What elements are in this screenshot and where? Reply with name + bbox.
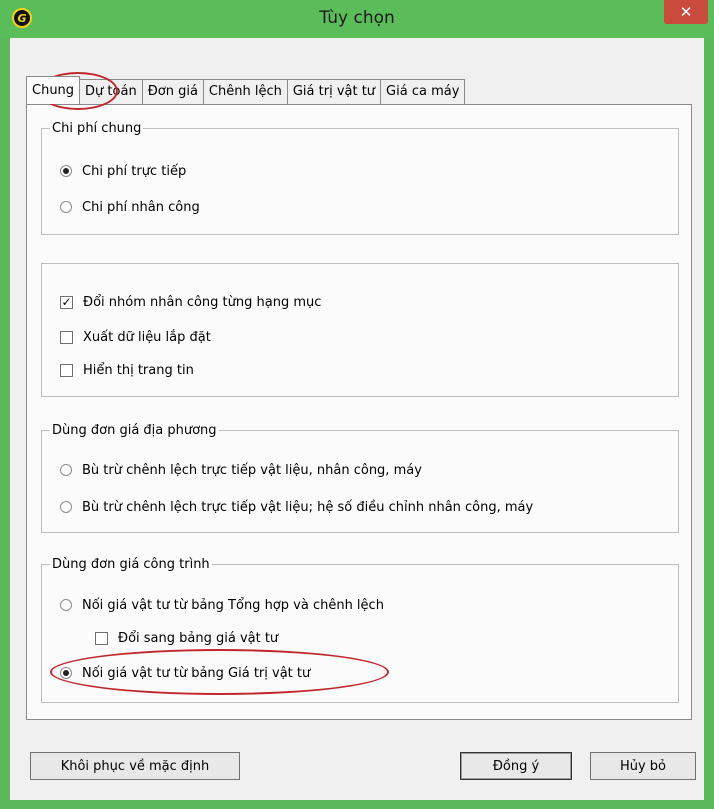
tab-don-gia[interactable]: Đơn giá: [141, 79, 204, 104]
radio-selected-icon[interactable]: [60, 667, 72, 679]
tab-panel-chung: Chi phí chung Chi phí trực tiếp Chi phí …: [26, 104, 692, 720]
checkbox-xuat-du-lieu[interactable]: Xuất dữ liệu lắp đặt: [60, 328, 211, 346]
checkbox-doi-sang-bang-gia[interactable]: Đổi sang bảng giá vật tư: [95, 629, 278, 647]
checkbox-icon[interactable]: [60, 363, 73, 377]
option-label: Bù trừ chênh lệch trực tiếp vật liệu, nh…: [82, 462, 422, 478]
title-bar[interactable]: G Tùy chọn ✕: [0, 0, 714, 38]
checkbox-hien-thi-trang-tin[interactable]: Hiển thị trang tin: [60, 361, 194, 379]
option-label: Chi phí nhân công: [82, 199, 200, 215]
radio-icon[interactable]: [60, 501, 72, 513]
tab-gia-ca-may[interactable]: Giá ca máy: [380, 79, 466, 104]
option-label: Xuất dữ liệu lắp đặt: [83, 329, 211, 345]
radio-noi-gia-gia-tri-vat-tu[interactable]: Nối giá vật tư từ bảng Giá trị vật tư: [60, 664, 310, 682]
close-button[interactable]: ✕: [664, 0, 708, 24]
group-legend: Dùng đơn giá công trình: [52, 557, 210, 572]
tab-chung[interactable]: Chung: [26, 76, 81, 104]
radio-bu-tru-vat-lieu-nhan-cong-may[interactable]: Bù trừ chênh lệch trực tiếp vật liệu, nh…: [60, 461, 422, 479]
option-label: Nối giá vật tư từ bảng Giá trị vật tư: [82, 665, 311, 681]
reset-defaults-button[interactable]: Khôi phục về mặc định: [30, 752, 240, 780]
radio-icon[interactable]: [60, 464, 72, 476]
radio-icon[interactable]: [60, 599, 72, 611]
tab-gia-tri-vat-tu[interactable]: Giá trị vật tư: [286, 79, 382, 104]
checkbox-icon[interactable]: [95, 631, 108, 645]
checkbox-icon[interactable]: [60, 330, 73, 344]
tab-strip: Chung Dự toán Đơn giá Chênh lệch Giá trị…: [26, 76, 466, 104]
options-window: G Tùy chọn ✕ Chung Dự toán Đơn giá Chênh…: [0, 0, 714, 809]
tab-chenh-lech[interactable]: Chênh lệch: [202, 79, 288, 104]
group-legend: Dùng đơn giá địa phương: [52, 423, 217, 438]
radio-bu-tru-he-so-dieu-chinh[interactable]: Bù trừ chênh lệch trực tiếp vật liệu; hệ…: [60, 498, 533, 516]
option-label: Đổi nhóm nhân công từng hạng mục: [83, 294, 322, 310]
option-label: Chi phí trực tiếp: [82, 163, 187, 179]
checkbox-doi-nhom-nhan-cong[interactable]: ✓ Đổi nhóm nhân công từng hạng mục: [60, 293, 321, 311]
radio-selected-icon[interactable]: [60, 165, 72, 177]
group-legend: Chi phí chung: [52, 121, 142, 136]
cancel-button[interactable]: Hủy bỏ: [590, 752, 696, 780]
checkbox-checked-icon[interactable]: ✓: [60, 295, 73, 309]
option-label: Hiển thị trang tin: [83, 362, 194, 378]
option-label: Bù trừ chênh lệch trực tiếp vật liệu; hệ…: [82, 499, 534, 515]
radio-noi-gia-tong-hop[interactable]: Nối giá vật tư từ bảng Tổng hợp và chênh…: [60, 596, 384, 614]
ok-button[interactable]: Đồng ý: [460, 752, 572, 780]
radio-chi-phi-truc-tiep[interactable]: Chi phí trực tiếp: [60, 162, 186, 180]
radio-icon[interactable]: [60, 201, 72, 213]
radio-chi-phi-nhan-cong[interactable]: Chi phí nhân công: [60, 198, 200, 216]
option-label: Nối giá vật tư từ bảng Tổng hợp và chênh…: [82, 597, 384, 613]
tab-du-toan[interactable]: Dự toán: [79, 79, 143, 104]
option-label: Đổi sang bảng giá vật tư: [118, 630, 279, 646]
window-title: Tùy chọn: [319, 8, 395, 28]
